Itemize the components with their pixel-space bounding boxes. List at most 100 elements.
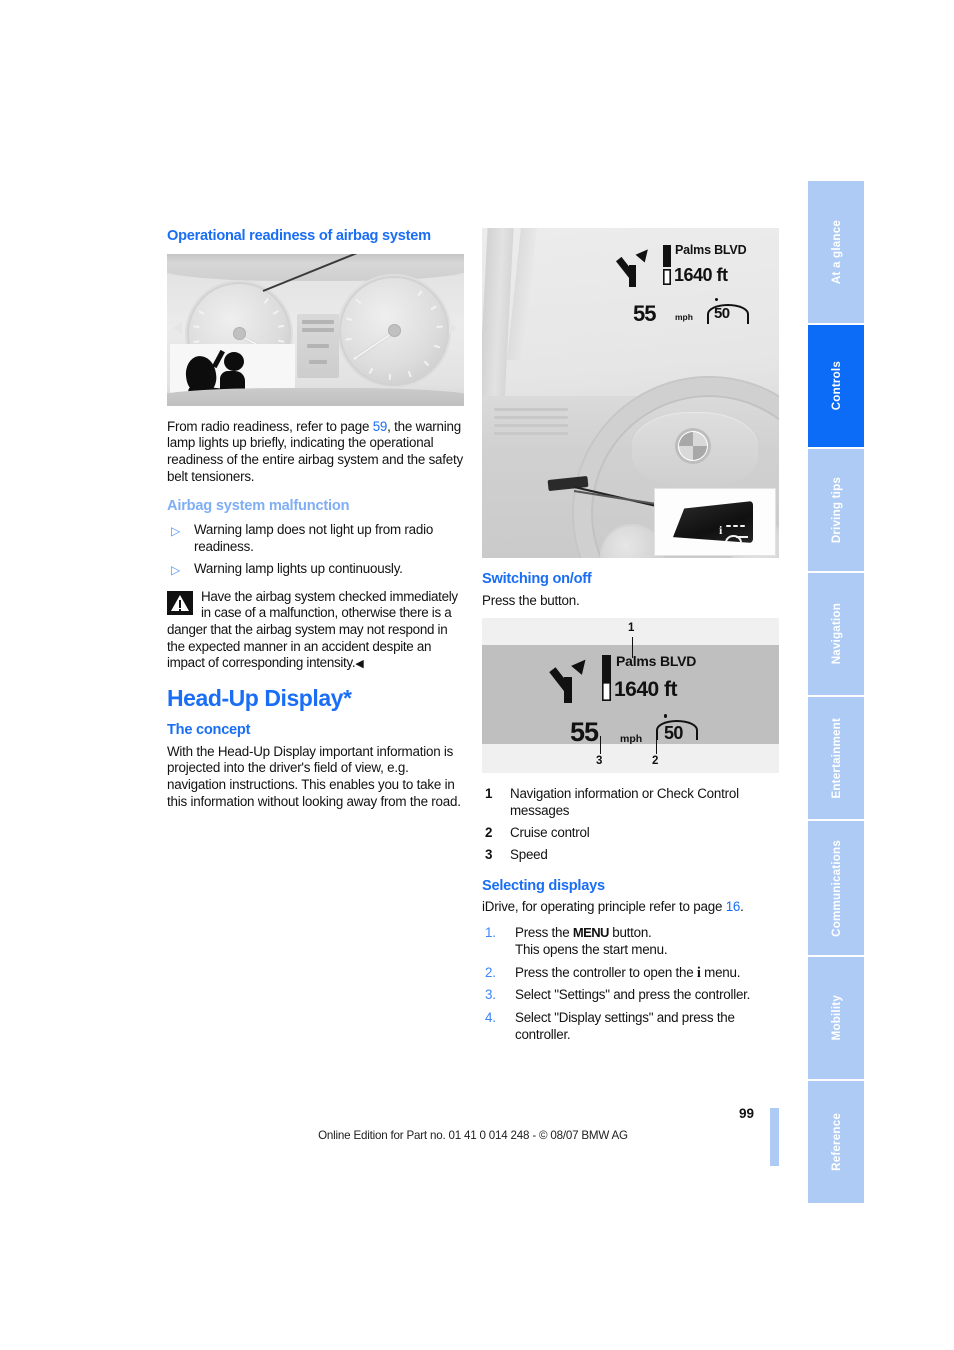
chapter-heading-head-up-display: Head-Up Display* [167,684,352,711]
hud-projection: Palms BLVD 1640 ft 55 mph 50 [549,651,722,748]
cluster-display [297,313,339,378]
subheading-the-concept: The concept [167,721,251,738]
chapter-tab-strip: At a glance Controls Driving tips Naviga… [808,181,864,1203]
legend-label: Navigation information or Check Control … [510,786,739,819]
tab-communications[interactable]: Communications [808,821,864,955]
airbag-icon-belt-upper [212,349,225,368]
list-item-label: Warning lamp does not light up from radi… [194,521,434,554]
idrive-reference-paragraph: iDrive, for operating principle refer to… [482,899,779,916]
callout-number-3: 3 [596,755,603,768]
step-number: 2. [485,964,496,980]
page-reference-16[interactable]: 16 [726,899,741,914]
tab-navigation[interactable]: Navigation [808,573,864,695]
subheading-airbag-malfunction: Airbag system malfunction [167,498,350,515]
hud-speed-row: 55 mph 50 [627,298,767,331]
hud-street-name: Palms BLVD [616,653,697,670]
distance-bar-empty-icon [602,682,611,702]
distance-bar-filled-icon [663,245,671,267]
air-vents [494,406,568,446]
hud-cruise-value: 50 [664,723,683,744]
tab-at-a-glance[interactable]: At a glance [808,181,864,323]
tab-label: Reference [829,1113,843,1171]
left-turn-indicator-icon [173,321,182,334]
footer-accent-bar [770,1108,779,1166]
cruise-control-icon: 50 [705,298,749,329]
subheading-selecting-displays: Selecting displays [482,877,605,894]
intro-text-before: From radio readiness, refer to page [167,418,373,434]
hud-button-detail-inset: i [654,488,776,556]
bmw-logo [678,431,708,461]
turn-arrow-icon [615,245,653,287]
triangle-bullet-icon: ▷ [171,523,181,538]
tab-label: Navigation [829,603,843,665]
hud-button-body: i [673,501,753,543]
tab-controls[interactable]: Controls [808,325,864,447]
idrive-text-after: . [740,899,744,915]
selecting-displays-steps: 1. Press the MENU button. This opens the… [482,925,779,1044]
right-turn-indicator-icon [449,321,458,334]
figure-instrument-cluster [167,253,464,406]
tab-driving-tips[interactable]: Driving tips [808,449,864,571]
list-item: 1. Press the MENU button. This opens the… [482,925,779,959]
callout-number-2: 2 [652,755,659,768]
speedometer-hub [232,327,246,341]
tab-label: At a glance [829,219,843,285]
step-text-line2: This opens the start menu. [515,941,668,957]
cruise-control-icon: 50 [654,714,700,751]
hud-street-name: Palms BLVD [675,243,747,257]
hud-speed-value: 55 [633,301,657,326]
warning-text: Have the airbag system checked immediate… [167,588,458,671]
step-text-before: Press the controller to open the [515,964,697,980]
warning-end-marker: ◀ [355,658,364,671]
hud-speed-value: 55 [570,717,599,748]
legend-label: Speed [510,846,548,862]
triangle-bullet-icon: ▷ [171,563,181,578]
list-item: 4. Select "Display settings" and press t… [482,1010,779,1044]
list-item: 2 Cruise control [482,825,779,842]
tab-entertainment[interactable]: Entertainment [808,697,864,819]
step-number: 3. [485,987,496,1003]
list-item: 2. Press the controller to open the i me… [482,965,779,982]
tab-label: Driving tips [829,476,843,544]
list-item: 3. Select "Settings" and press the contr… [482,987,779,1004]
tachometer-hub [387,324,401,338]
distance-bar-filled-icon [602,655,611,683]
airbag-malfunction-list: ▷ Warning lamp does not light up from ra… [167,522,464,578]
menu-button-glyph: MENU [572,924,609,940]
page-number: 99 [738,1106,754,1121]
idrive-text-before: iDrive, for operating principle refer to… [482,899,726,915]
cluster-lower-trim [167,387,464,406]
callout-line-2 [656,736,658,755]
list-item: 1 Navigation information or Check Contro… [482,786,779,820]
intro-paragraph: From radio readiness, refer to page 59, … [167,419,464,485]
hud-distance: 1640 ft [674,265,728,285]
figure-hud-in-windshield: Palms BLVD 1640 ft 55 mph 50 i [482,228,779,558]
tab-mobility[interactable]: Mobility [808,957,864,1079]
list-item: ▷ Warning lamp lights up continuously. [167,561,464,578]
left-column: Operational readiness of airbag system F… [167,228,464,823]
tachometer-dial [339,275,449,386]
tab-label: Mobility [829,995,843,1041]
step-text: Select "Display settings" and press the … [515,1010,735,1042]
hud-speed-unit: mph [675,312,693,322]
manual-page: Operational readiness of airbag system F… [0,0,954,1350]
step-number: 4. [485,1010,496,1026]
warning-notice: Have the airbag system checked immediate… [167,589,464,673]
step-text-after: menu. [700,964,741,980]
cluster-hood [167,253,464,281]
page-title: Operational readiness of airbag system [167,228,431,244]
distance-bar-empty-icon [663,269,671,285]
subheading-switching-on-off: Switching on/off [482,571,592,587]
list-item-label: Warning lamp lights up continuously. [194,561,403,577]
tab-reference[interactable]: Reference [808,1081,864,1203]
page-reference-59[interactable]: 59 [373,419,388,434]
airbag-icon-belt-gap [170,344,186,389]
right-column: Palms BLVD 1640 ft 55 mph 50 i Switching… [482,228,779,1050]
hud-distance: 1640 ft [614,678,678,702]
legend-number: 2 [485,824,493,840]
figure-hud-schematic: 1 Palms BLVD 1640 ft 55 mph 50 3 2 [482,618,779,774]
legend-number: 3 [485,846,493,862]
step-text-after: button. [608,924,652,940]
head-up-display-icon: i [717,523,751,543]
list-item: ▷ Warning lamp does not light up from ra… [167,522,464,555]
